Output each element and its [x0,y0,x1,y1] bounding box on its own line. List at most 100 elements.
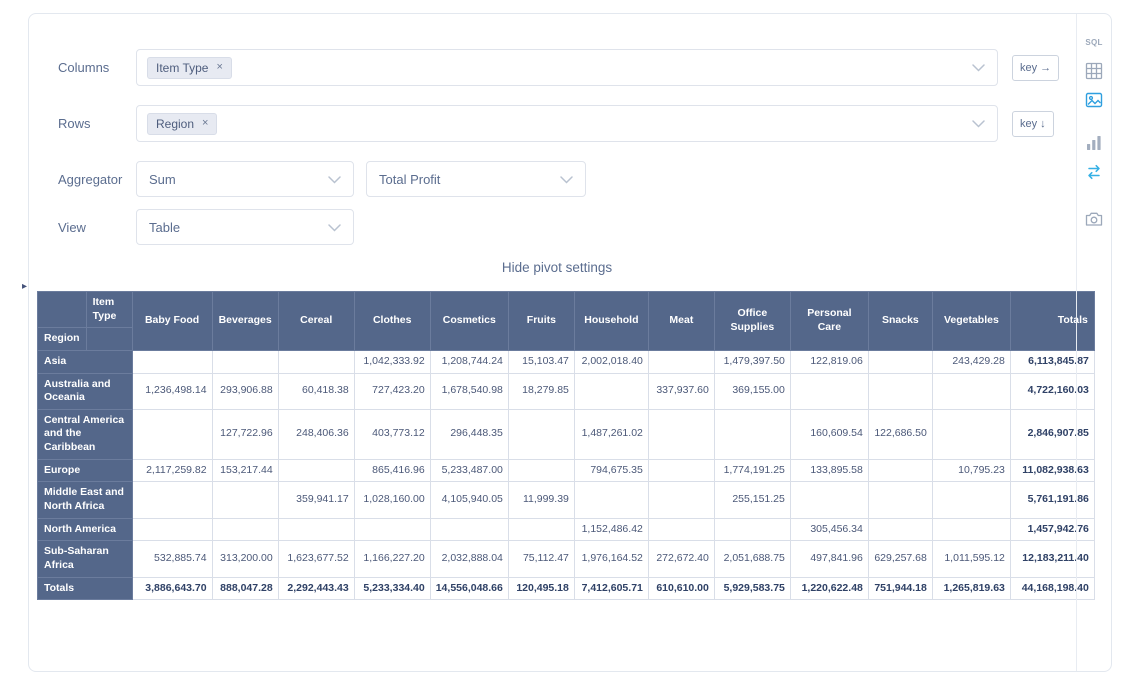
columns-key-button[interactable]: key→ [1012,55,1059,81]
aggregator-field-value: Total Profit [379,172,440,187]
hide-pivot-settings-link[interactable]: Hide pivot settings [37,260,1077,275]
col-axis-label: Item Type [86,292,132,328]
remove-chip-icon[interactable]: × [216,62,222,73]
chip-label: Item Type [156,61,208,75]
view-select[interactable]: Table [136,209,354,245]
key-button-label: key [1020,62,1037,74]
transfer-icon[interactable] [1084,162,1104,182]
column-total-cell: 3,886,643.70 [132,577,212,600]
row-header: Europe [38,459,133,482]
value-cell: 794,675.35 [574,459,648,482]
right-toolbar: SQL [1076,14,1111,671]
column-header: Personal Care [790,292,868,351]
value-cell [868,350,932,373]
aggregator-control-row: Aggregator Sum Total Profit [58,161,586,197]
value-cell: 337,937.60 [648,373,714,409]
totals-row: Totals3,886,643.70888,047.282,292,443.43… [38,577,1095,600]
column-header: Cereal [278,292,354,351]
view-control-row: View Table [58,209,354,245]
value-cell: 2,051,688.75 [714,541,790,577]
value-cell [212,350,278,373]
column-header: Household [574,292,648,351]
rows-label: Rows [58,116,136,131]
value-cell: 248,406.36 [278,409,354,459]
column-total-cell: 2,292,443.43 [278,577,354,600]
chevron-down-icon[interactable] [972,64,985,72]
value-cell [132,350,212,373]
bar-chart-icon[interactable] [1084,133,1104,153]
pivot-table-container: Item TypeBaby FoodBeveragesCerealClothes… [37,291,1095,600]
chart-image-icon[interactable] [1084,90,1104,110]
aggregator-field-select[interactable]: Total Profit [366,161,586,197]
value-cell [278,350,354,373]
value-cell: 1,152,486.42 [574,518,648,541]
value-cell: 255,151.25 [714,482,790,518]
value-cell: 1,623,677.52 [278,541,354,577]
value-cell: 4,105,940.05 [430,482,508,518]
remove-chip-icon[interactable]: × [202,118,208,129]
column-total-cell: 120,495.18 [508,577,574,600]
value-cell: 1,774,191.25 [714,459,790,482]
view-selected-value: Table [149,220,180,235]
key-down-arrow-icon: ↓ [1040,118,1046,130]
value-cell [132,518,212,541]
columns-label: Columns [58,60,136,75]
chevron-down-icon[interactable] [328,176,341,184]
value-cell [790,373,868,409]
columns-multiselect[interactable]: Item Type × [136,49,998,86]
sql-icon[interactable]: SQL [1084,32,1104,52]
value-cell: 865,416.96 [354,459,430,482]
row-header: Middle East and North Africa [38,482,133,518]
value-cell: 133,895.58 [790,459,868,482]
value-cell: 122,819.06 [790,350,868,373]
value-cell: 293,906.88 [212,373,278,409]
column-header: Baby Food [132,292,212,351]
value-cell: 727,423.20 [354,373,430,409]
value-cell: 629,257.68 [868,541,932,577]
value-cell: 122,686.50 [868,409,932,459]
value-cell: 403,773.12 [354,409,430,459]
value-cell: 18,279.85 [508,373,574,409]
row-header: Asia [38,350,133,373]
row-header: North America [38,518,133,541]
value-cell: 369,155.00 [714,373,790,409]
value-cell [932,482,1010,518]
table-icon[interactable] [1084,61,1104,81]
chevron-down-icon[interactable] [560,176,573,184]
chevron-down-icon[interactable] [972,120,985,128]
collapse-panel-arrow[interactable]: ▸ [22,281,27,292]
value-cell: 153,217.44 [212,459,278,482]
value-cell: 160,609.54 [790,409,868,459]
value-cell: 305,456.34 [790,518,868,541]
value-cell: 313,200.00 [212,541,278,577]
chip-label: Region [156,117,194,131]
column-total-cell: 14,556,048.66 [430,577,508,600]
value-cell: 296,448.35 [430,409,508,459]
column-header: Clothes [354,292,430,351]
value-cell: 1,166,227.20 [354,541,430,577]
camera-icon[interactable] [1084,209,1104,229]
value-cell: 60,418.38 [278,373,354,409]
rows-multiselect[interactable]: Region × [136,105,998,142]
aggregator-label: Aggregator [58,172,136,187]
rows-key-button[interactable]: key↓ [1012,111,1054,137]
rows-chip[interactable]: Region × [147,113,217,135]
corner-blank [38,292,87,328]
chevron-down-icon[interactable] [328,224,341,232]
row-axis-label: Region [38,328,87,351]
table-row: Sub-Saharan Africa532,885.74313,200.001,… [38,541,1095,577]
value-cell: 1,236,498.14 [132,373,212,409]
column-total-cell: 751,944.18 [868,577,932,600]
value-cell: 75,112.47 [508,541,574,577]
value-cell [508,409,574,459]
column-header: Vegetables [932,292,1010,351]
column-total-cell: 610,610.00 [648,577,714,600]
columns-chip[interactable]: Item Type × [147,57,232,79]
corner-blank [86,328,132,351]
value-cell [132,482,212,518]
aggregator-select[interactable]: Sum [136,161,354,197]
value-cell [278,459,354,482]
column-total-cell: 888,047.28 [212,577,278,600]
value-cell [508,518,574,541]
table-row: Middle East and North Africa359,941.171,… [38,482,1095,518]
